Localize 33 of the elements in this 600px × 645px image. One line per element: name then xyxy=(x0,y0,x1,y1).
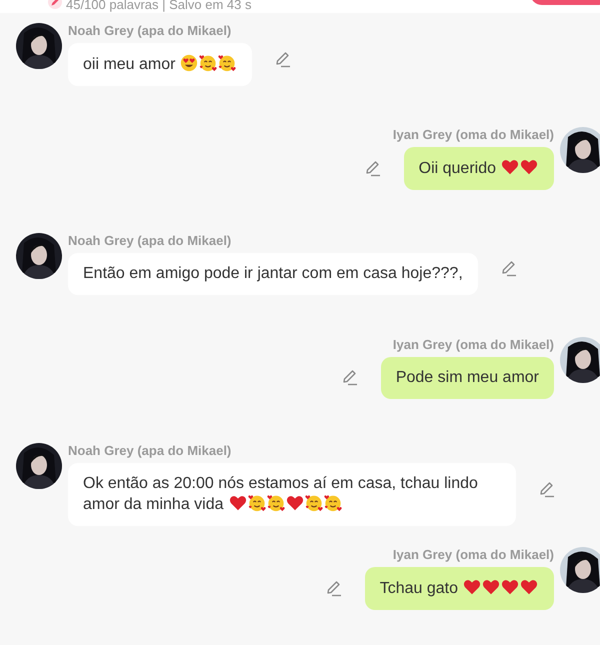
message-bubble: Tchau gato xyxy=(364,567,554,610)
smiling-hearts-emoji-icon xyxy=(304,494,323,512)
heart-icon xyxy=(463,578,481,596)
heart-icon xyxy=(482,578,500,596)
heart-icon xyxy=(520,158,538,176)
author-name: Noah Grey (apa do Mikael) xyxy=(68,443,232,459)
heart-icon xyxy=(520,578,538,596)
smiling-hearts-emoji-icon xyxy=(199,54,218,72)
heart-icon xyxy=(501,578,519,596)
author-name: Iyan Grey (oma do Mikael) xyxy=(392,337,554,353)
message-bubble: Pode sim meu amor xyxy=(380,357,554,399)
heart-icon xyxy=(501,158,519,176)
author-name: Iyan Grey (oma do Mikael) xyxy=(392,547,554,563)
heart-icon xyxy=(228,494,247,512)
edit-icon[interactable] xyxy=(500,260,518,278)
smiling-hearts-emoji-icon xyxy=(266,494,285,512)
heart-icon xyxy=(286,494,304,512)
message-bubble: Ok então as 20:00 nós estamos aí em casa, tchau lindo amor da minha vida xyxy=(68,463,516,526)
edit-icon[interactable] xyxy=(340,369,359,387)
message-bubble: oii meu amor xyxy=(68,43,252,86)
author-name: Noah Grey (apa do Mikael) xyxy=(68,23,232,39)
edit-icon[interactable] xyxy=(538,480,556,498)
author-name: Noah Grey (apa do Mikael) xyxy=(68,233,232,249)
edit-icon[interactable] xyxy=(324,580,343,598)
smiling-hearts-emoji-icon xyxy=(248,494,266,512)
edit-icon[interactable] xyxy=(274,50,292,68)
message-bubble: Oii querido xyxy=(404,147,554,190)
message-bubble: Então em amigo pode ir jantar com em casa hoje???, xyxy=(68,253,478,295)
smiling-hearts-emoji-icon xyxy=(218,54,236,72)
heart-eyes-emoji-icon xyxy=(180,54,198,72)
smiling-hearts-emoji-icon xyxy=(324,494,342,512)
edit-icon[interactable] xyxy=(364,160,382,178)
author-name: Iyan Grey (oma do Mikael) xyxy=(392,127,554,143)
